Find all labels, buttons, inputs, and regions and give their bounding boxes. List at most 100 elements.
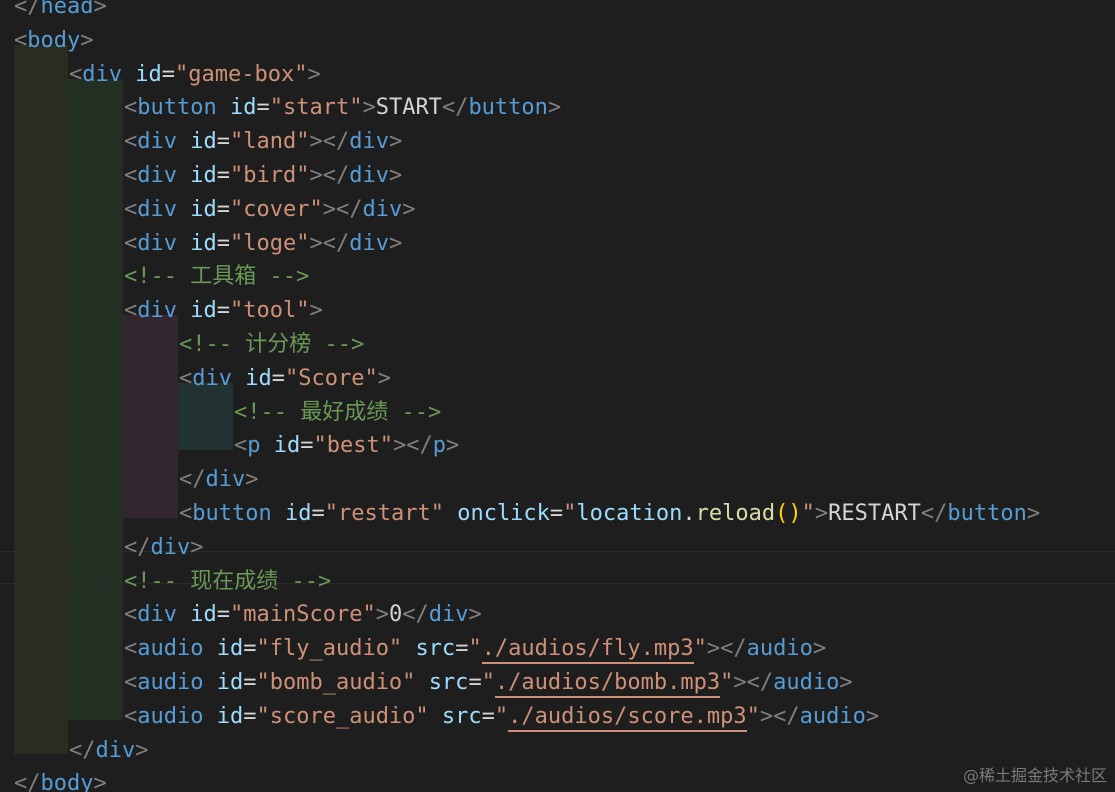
code-token: "tool" [230, 298, 310, 324]
code-line[interactable]: <div id="tool"> [124, 294, 323, 328]
code-token: body [27, 27, 81, 53]
code-line[interactable]: <!-- 现在成绩 --> [124, 565, 331, 599]
code-token: ></ [309, 129, 350, 155]
code-line[interactable]: <!-- 计分榜 --> [179, 328, 364, 362]
code-line[interactable]: <div id="Score"> [179, 362, 391, 396]
code-line[interactable]: <p id="best"></p> [234, 429, 459, 463]
code-token: = [216, 298, 230, 324]
code-token: RESTART [828, 501, 921, 526]
code-token: div [137, 602, 177, 628]
code-token: id [216, 670, 244, 695]
code-token: </ [14, 771, 41, 792]
indent-guide-level-1 [14, 45, 68, 754]
code-line[interactable]: <div id="loge"></div> [124, 227, 402, 261]
code-token: div [137, 196, 177, 222]
code-token: < [124, 196, 138, 222]
code-token: < [234, 433, 248, 459]
code-token: <!-- 工具箱 --> [124, 264, 310, 290]
code-token: div [95, 737, 136, 763]
code-token: > [814, 501, 829, 526]
code-token: > [445, 433, 460, 459]
code-token: < [124, 230, 138, 256]
code-token: div [137, 163, 177, 188]
code-token: < [179, 501, 193, 526]
code-token: audio [137, 636, 204, 662]
code-token: > [307, 61, 321, 87]
code-token: ></ [309, 163, 350, 188]
code-line[interactable]: <button id="restart" onclick="location.r… [179, 497, 1040, 531]
code-token: " [720, 670, 734, 695]
code-token: = [311, 501, 325, 526]
code-token: ></ [392, 433, 433, 459]
code-line[interactable]: <div id="cover"></div> [124, 193, 415, 227]
code-line[interactable]: <audio id="fly_audio" src="./audios/fly.… [124, 632, 826, 666]
code-token: = [243, 703, 257, 729]
code-token: ></ [322, 196, 363, 222]
code-token: = [271, 365, 285, 391]
code-token: 0 [388, 602, 403, 628]
code-line[interactable]: <button id="start">START</button> [124, 91, 561, 125]
code-line[interactable]: </head> [14, 0, 107, 24]
code-token: id [190, 230, 217, 256]
code-token: > [402, 196, 416, 222]
code-editor[interactable]: </head> <body> <div id="game-box"> <button … [0, 0, 1115, 792]
code-line[interactable]: <div id="bird"></div> [124, 159, 402, 193]
code-token: location [576, 501, 683, 526]
code-token: < [179, 365, 193, 391]
code-token: > [865, 703, 880, 729]
code-line[interactable]: <audio id="bomb_audio" src="./audios/bom… [124, 666, 853, 700]
code-token: <!-- 计分榜 --> [179, 332, 365, 357]
code-token: </ [69, 737, 96, 763]
code-token: button [192, 501, 272, 526]
code-token: < [124, 636, 138, 662]
code-line[interactable]: </div> [124, 531, 204, 565]
code-token: < [124, 670, 138, 695]
code-token: > [362, 95, 376, 121]
code-token: "score_audio" [256, 703, 429, 729]
code-token: id [216, 703, 244, 729]
code-token: id [190, 602, 217, 628]
code-token: ./audios/fly.mp3 [481, 636, 694, 665]
code-token: < [124, 298, 138, 324]
code-token: "bird" [230, 163, 310, 188]
code-token: ./audios/bomb.mp3 [494, 670, 721, 698]
code-token: ></ [706, 636, 747, 662]
code-token: " [494, 703, 509, 729]
code-token: id [190, 129, 217, 155]
code-token: p [432, 433, 446, 459]
code-token: = [216, 129, 230, 155]
code-token: "game-box" [175, 61, 308, 87]
code-line[interactable]: <body> [14, 24, 93, 58]
code-token: </ [441, 95, 469, 121]
code-line[interactable]: <!-- 工具箱 --> [124, 260, 309, 294]
code-token: button [137, 95, 217, 121]
code-line[interactable]: <audio id="score_audio" src="./audios/sc… [124, 700, 879, 734]
code-line[interactable]: <div id="land"></div> [124, 125, 402, 159]
code-line[interactable]: </div> [69, 734, 149, 768]
code-token: audio [137, 670, 204, 695]
code-token: src [441, 703, 482, 729]
code-token: id [245, 365, 272, 391]
code-line[interactable]: </body> [14, 767, 107, 792]
code-token: > [377, 365, 391, 391]
code-token: id [229, 95, 257, 121]
code-line[interactable]: <!-- 最好成绩 --> [234, 396, 441, 430]
code-token: < [14, 27, 28, 53]
code-token: div [137, 298, 177, 324]
code-token: div [82, 61, 122, 87]
code-token: = [481, 703, 495, 729]
code-token: > [245, 467, 259, 493]
code-line[interactable]: <div id="mainScore">0</div> [124, 598, 482, 632]
code-line[interactable]: </div> [179, 463, 259, 497]
code-token: > [468, 602, 482, 628]
code-token: = [243, 636, 257, 662]
code-line[interactable]: <div id="game-box"> [69, 58, 321, 92]
